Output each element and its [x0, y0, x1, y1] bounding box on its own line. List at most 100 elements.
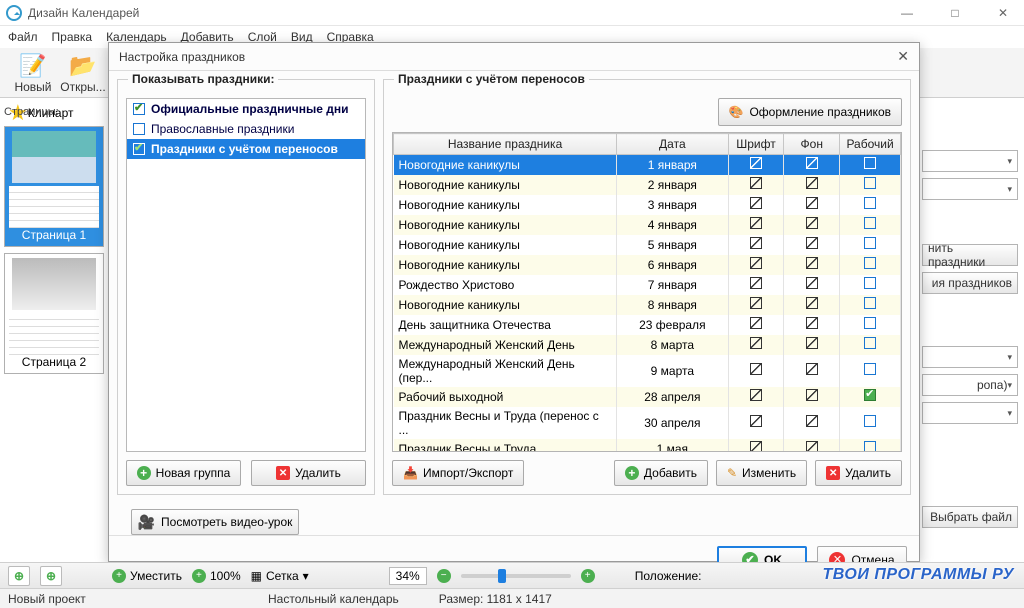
table-row[interactable]: Новогодние каникулы2 января — [394, 175, 901, 195]
col-bg[interactable]: Фон — [784, 134, 840, 155]
choose-file-button[interactable]: Выбрать файл — [922, 506, 1018, 528]
table-row[interactable]: Рождество Христово7 января — [394, 275, 901, 295]
work-checkbox[interactable] — [864, 257, 876, 269]
font-swatch[interactable] — [750, 177, 762, 189]
grid-button[interactable]: ▦Сетка ▾ — [251, 569, 309, 583]
combo-5[interactable]: ▾ — [922, 402, 1018, 424]
table-row[interactable]: День защитника Отечества23 февраля — [394, 315, 901, 335]
new-button[interactable]: 📝 Новый — [8, 52, 58, 94]
add-page-button[interactable]: ⊕ — [8, 566, 30, 586]
bg-swatch[interactable] — [806, 363, 818, 375]
table-row[interactable]: Новогодние каникулы4 января — [394, 215, 901, 235]
fit-button[interactable]: +Уместить — [112, 569, 182, 583]
tree-item[interactable]: Официальные праздничные дни — [127, 99, 365, 119]
bg-swatch[interactable] — [806, 389, 818, 401]
tree-item[interactable]: Православные праздники — [127, 119, 365, 139]
page-thumb-2[interactable]: Страница 2 — [4, 253, 104, 374]
bg-swatch[interactable] — [806, 317, 818, 329]
work-checkbox[interactable] — [864, 415, 876, 427]
holidays-table[interactable]: Название праздника Дата Шрифт Фон Рабочи… — [392, 132, 902, 452]
col-name[interactable]: Название праздника — [394, 134, 617, 155]
font-swatch[interactable] — [750, 157, 762, 169]
work-checkbox[interactable] — [864, 157, 876, 169]
work-checkbox[interactable] — [864, 177, 876, 189]
bg-swatch[interactable] — [806, 337, 818, 349]
font-swatch[interactable] — [750, 441, 762, 452]
font-swatch[interactable] — [750, 277, 762, 289]
font-swatch[interactable] — [750, 363, 762, 375]
delete-holiday-button[interactable]: ✕Удалить — [815, 460, 902, 486]
open-button[interactable]: 📂 Откры... — [58, 52, 108, 94]
table-row[interactable]: Новогодние каникулы6 января — [394, 255, 901, 275]
table-row[interactable]: Новогодние каникулы8 января — [394, 295, 901, 315]
work-checkbox[interactable] — [864, 363, 876, 375]
font-swatch[interactable] — [750, 237, 762, 249]
table-row[interactable]: Праздник Весны и Труда1 мая — [394, 439, 901, 453]
close-button[interactable]: ✕ — [988, 6, 1018, 20]
menu-edit[interactable]: Правка — [52, 30, 93, 44]
font-swatch[interactable] — [750, 217, 762, 229]
add-holiday-button[interactable]: +Добавить — [614, 460, 708, 486]
table-row[interactable]: Международный Женский День8 марта — [394, 335, 901, 355]
work-checkbox[interactable] — [864, 317, 876, 329]
combo-3[interactable]: ▾ — [922, 346, 1018, 368]
edit-holiday-button[interactable]: ✎Изменить — [716, 460, 807, 486]
font-swatch[interactable] — [750, 415, 762, 427]
minimize-button[interactable]: — — [892, 6, 922, 20]
work-checkbox[interactable] — [864, 197, 876, 209]
table-row[interactable]: Международный Женский День (пер...9 март… — [394, 355, 901, 387]
holiday-groups-tree[interactable]: Официальные праздничные дниПравославные … — [126, 98, 366, 452]
work-checkbox[interactable] — [864, 337, 876, 349]
bg-swatch[interactable] — [806, 297, 818, 309]
font-swatch[interactable] — [750, 337, 762, 349]
table-row[interactable]: Новогодние каникулы1 января — [394, 155, 901, 175]
menu-file[interactable]: Файл — [8, 30, 38, 44]
import-export-button[interactable]: 📥Импорт/Экспорт — [392, 460, 524, 486]
duplicate-page-button[interactable]: ⊕ — [40, 566, 62, 586]
zoom-in-button[interactable]: + — [581, 569, 595, 583]
work-checkbox[interactable] — [864, 441, 876, 452]
delete-group-button[interactable]: ✕Удалить — [251, 460, 366, 486]
bg-swatch[interactable] — [806, 441, 818, 452]
video-tutorial-button[interactable]: 🎥Посмотреть видео-урок — [131, 509, 299, 535]
font-swatch[interactable] — [750, 317, 762, 329]
work-checkbox[interactable] — [864, 237, 876, 249]
new-group-button[interactable]: +Новая группа — [126, 460, 241, 486]
bg-swatch[interactable] — [806, 177, 818, 189]
holidays-button-2[interactable]: ия праздников — [922, 272, 1018, 294]
work-checkbox[interactable] — [864, 217, 876, 229]
decorate-button[interactable]: 🎨Оформление праздников — [718, 98, 903, 126]
font-swatch[interactable] — [750, 197, 762, 209]
font-swatch[interactable] — [750, 297, 762, 309]
table-row[interactable]: Новогодние каникулы3 января — [394, 195, 901, 215]
work-checkbox[interactable] — [864, 297, 876, 309]
table-row[interactable]: Новогодние каникулы5 января — [394, 235, 901, 255]
bg-swatch[interactable] — [806, 217, 818, 229]
page-thumb-1[interactable]: Страница 1 — [4, 126, 104, 247]
tree-item[interactable]: Праздники с учётом переносов — [127, 139, 365, 159]
table-row[interactable]: Праздник Весны и Труда (перенос с ...30 … — [394, 407, 901, 439]
font-swatch[interactable] — [750, 257, 762, 269]
checkbox[interactable] — [133, 123, 145, 135]
work-checkbox[interactable] — [864, 389, 876, 401]
maximize-button[interactable]: □ — [940, 6, 970, 20]
bg-swatch[interactable] — [806, 415, 818, 427]
checkbox[interactable] — [133, 143, 145, 155]
table-row[interactable]: Рабочий выходной28 апреля — [394, 387, 901, 407]
font-swatch[interactable] — [750, 389, 762, 401]
col-work[interactable]: Рабочий — [840, 134, 901, 155]
bg-swatch[interactable] — [806, 257, 818, 269]
combo-1[interactable]: ▾ — [922, 150, 1018, 172]
dialog-close-button[interactable]: ✕ — [897, 48, 909, 65]
combo-2[interactable]: ▾ — [922, 178, 1018, 200]
bg-swatch[interactable] — [806, 157, 818, 169]
zoom-value[interactable]: 34% — [389, 567, 427, 585]
holidays-button-1[interactable]: нить праздники — [922, 244, 1018, 266]
bg-swatch[interactable] — [806, 197, 818, 209]
zoom-slider[interactable] — [461, 574, 571, 578]
col-font[interactable]: Шрифт — [728, 134, 784, 155]
col-date[interactable]: Дата — [617, 134, 729, 155]
bg-swatch[interactable] — [806, 277, 818, 289]
bg-swatch[interactable] — [806, 237, 818, 249]
slider-knob[interactable] — [498, 569, 506, 583]
